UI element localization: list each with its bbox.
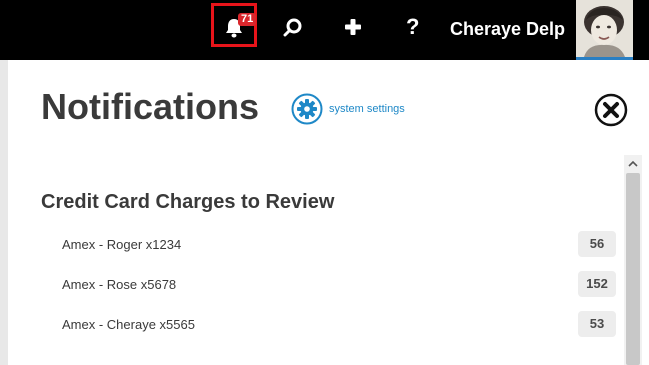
system-settings-label: system settings bbox=[329, 103, 405, 115]
panel-scrollbar[interactable] bbox=[624, 155, 642, 365]
avatar[interactable] bbox=[576, 0, 633, 57]
close-button[interactable] bbox=[594, 93, 628, 127]
list-item-label: Amex - Cheraye x5565 bbox=[62, 317, 195, 332]
page-title: Notifications bbox=[41, 86, 260, 127]
top-navigation-bar: 71 ? Cheraye Delp bbox=[0, 0, 649, 60]
help-icon[interactable]: ? bbox=[406, 14, 419, 40]
scroll-up-button[interactable] bbox=[624, 155, 642, 173]
list-item[interactable]: Amex - Rose x5678 152 bbox=[62, 270, 616, 310]
count-badge: 53 bbox=[578, 311, 616, 337]
search-icon[interactable] bbox=[283, 18, 303, 38]
chevron-up-icon bbox=[628, 160, 638, 167]
notifications-button[interactable]: 71 bbox=[211, 3, 257, 47]
list-item[interactable]: Amex - Cheraye x5565 53 bbox=[62, 310, 616, 350]
list-item[interactable]: Amex - Roger x1234 56 bbox=[62, 230, 616, 270]
section-title: Credit Card Charges to Review bbox=[41, 191, 335, 213]
notification-count-badge: 71 bbox=[238, 13, 257, 26]
plus-icon[interactable] bbox=[344, 18, 362, 36]
list-item-label: Amex - Roger x1234 bbox=[62, 237, 182, 252]
panel-left-border bbox=[0, 60, 8, 365]
user-avatar-photo bbox=[576, 0, 633, 57]
gear-icon bbox=[291, 93, 323, 125]
avatar-active-indicator bbox=[576, 57, 633, 60]
close-icon bbox=[594, 93, 628, 127]
credit-card-list: Amex - Roger x1234 56 Amex - Rose x5678 … bbox=[62, 230, 616, 350]
scrollbar-thumb[interactable] bbox=[626, 173, 640, 365]
system-settings-link[interactable]: system settings bbox=[291, 93, 405, 125]
count-badge: 152 bbox=[578, 271, 616, 297]
list-item-label: Amex - Rose x5678 bbox=[62, 277, 177, 292]
count-badge: 56 bbox=[578, 231, 616, 257]
user-name[interactable]: Cheraye Delp bbox=[450, 17, 565, 41]
